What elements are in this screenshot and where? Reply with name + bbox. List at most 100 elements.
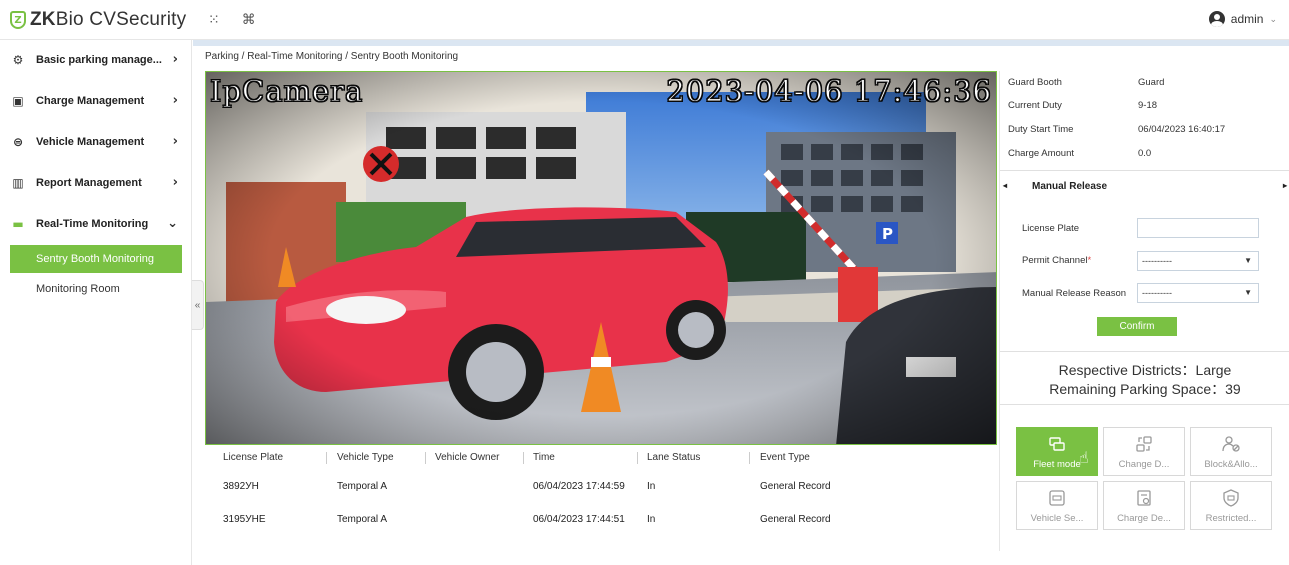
app-window: Z ZKBio CVSecurity ⁙ ⌘ admin ⌄ ⚙ Basic p… (0, 0, 1289, 565)
cell-event: General Record (760, 514, 831, 525)
divider (1000, 351, 1289, 352)
info-guard-booth: Guard Booth Guard (1008, 72, 1288, 94)
grid-icon[interactable]: ⁙ (208, 12, 220, 28)
block-allow-icon (1222, 436, 1240, 452)
column-header-event-type: Event Type (760, 452, 810, 463)
column-divider (425, 452, 426, 464)
tile-label: Block&Allo... (1204, 459, 1258, 470)
camera-timestamp-overlay: 2023-04-06 17:46:36 (666, 74, 992, 109)
sidebar-subitem-sentry-booth-monitoring[interactable]: Sentry Booth Monitoring (10, 245, 182, 273)
info-label: Charge Amount (1008, 148, 1075, 159)
camera-feed[interactable]: P IpCamera 2023-04-06 17:46:36 (205, 71, 997, 445)
info-label: Guard Booth (1008, 77, 1062, 88)
car-icon: ⊜ (12, 135, 24, 149)
sidebar-item-label: Report Management (36, 177, 142, 189)
sidebar-item-label: Vehicle Management (36, 136, 145, 148)
charge-detail-button[interactable]: Charge De... (1103, 481, 1185, 530)
respective-districts: Respective Districts：Large (1058, 362, 1232, 378)
cell-vehicle-type: Temporal A (337, 514, 388, 525)
sidebar-item-charge-management[interactable]: ▣ Charge Management › (0, 81, 192, 121)
breadcrumb: Parking / Real-Time Monitoring / Sentry … (205, 51, 459, 62)
required-marker: * (1087, 255, 1092, 266)
chevron-right-icon: › (172, 93, 178, 108)
tile-label: Vehicle Se... (1030, 513, 1084, 524)
divider (1000, 170, 1289, 171)
sidebar-item-basic-parking[interactable]: ⚙ Basic parking manage... › (0, 40, 192, 80)
vehicle-records-table: License Plate Vehicle Type Vehicle Owner… (205, 447, 997, 557)
tile-label: Restricted... (1205, 513, 1257, 524)
charge-detail-icon (1137, 490, 1151, 506)
license-plate-input[interactable] (1137, 218, 1259, 238)
info-current-duty: Current Duty 9-18 (1008, 95, 1288, 117)
sidebar-item-label: Charge Management (36, 95, 145, 107)
table-row[interactable]: 3195УНЕ Temporal A 06/04/2023 17:44:51 I… (205, 509, 997, 531)
manual-release-reason-select[interactable]: ---------- ▼ (1137, 283, 1259, 303)
info-label: Duty Start Time (1008, 124, 1074, 135)
select-value: ---------- (1142, 256, 1172, 266)
cell-time: 06/04/2023 17:44:59 (533, 481, 625, 492)
permit-channel-select[interactable]: ---------- ▼ (1137, 251, 1259, 271)
brand-logo[interactable]: Z ZKBio CVSecurity (10, 8, 186, 32)
right-panel: Guard Booth Guard Current Duty 9-18 Duty… (999, 71, 1289, 551)
cell-vehicle-type: Temporal A (337, 481, 388, 492)
chevron-right-icon[interactable]: ▸ (1283, 181, 1287, 190)
sidebar-item-label: Basic parking manage... (36, 54, 162, 66)
vehicle-search-button[interactable]: Vehicle Se... (1016, 481, 1098, 530)
restricted-button[interactable]: Restricted... (1190, 481, 1272, 530)
user-menu[interactable]: admin ⌄ (1208, 11, 1277, 27)
vehicle-search-icon (1049, 490, 1065, 506)
chevron-right-icon: › (172, 134, 178, 149)
cell-time: 06/04/2023 17:44:51 (533, 514, 625, 525)
table-row[interactable]: 3892УН Temporal A 06/04/2023 17:44:59 In… (205, 476, 997, 498)
monitor-icon: ▬ (12, 217, 24, 231)
restricted-icon (1223, 489, 1239, 507)
cell-plate: 3195УНЕ (223, 514, 266, 525)
column-divider (749, 452, 750, 464)
top-bar: Z ZKBio CVSecurity ⁙ ⌘ admin ⌄ (0, 0, 1289, 40)
pointer-cursor-icon: ☝ (1079, 448, 1089, 467)
table-header: License Plate Vehicle Type Vehicle Owner… (205, 447, 997, 469)
charge-icon: ▣ (12, 94, 24, 108)
info-charge-amount: Charge Amount 0.0 (1008, 143, 1288, 165)
column-header-lane-status: Lane Status (647, 452, 701, 463)
camera-name-overlay: IpCamera (209, 74, 364, 109)
remaining-parking-space: Remaining Parking Space：39 (1049, 381, 1241, 397)
brand-name: ZKBio CVSecurity (30, 9, 187, 30)
caret-down-icon: ▼ (1244, 256, 1252, 265)
column-header-license-plate: License Plate (223, 452, 284, 463)
user-avatar-icon (1208, 11, 1225, 27)
confirm-button[interactable]: Confirm (1097, 317, 1177, 336)
cell-plate: 3892УН (223, 481, 259, 492)
sidebar-collapse-button[interactable]: « (192, 280, 204, 330)
info-duty-start-time: Duty Start Time 06/04/2023 16:40:17 (1008, 119, 1288, 141)
chevron-left-icon[interactable]: ◂ (1003, 181, 1007, 190)
tile-label: Change D... (1118, 459, 1170, 470)
column-divider (523, 452, 524, 464)
sidebar-item-vehicle-management[interactable]: ⊜ Vehicle Management › (0, 122, 192, 162)
sidebar-item-real-time-monitoring[interactable]: ▬ Real-Time Monitoring ⌄ (0, 204, 192, 244)
command-icon[interactable]: ⌘ (242, 12, 256, 28)
manual-release-header: ◂ Manual Release ▸ (1000, 175, 1289, 199)
sidebar-subitem-monitoring-room[interactable]: Monitoring Room (10, 275, 182, 303)
change-duty-button[interactable]: Change D... (1103, 427, 1185, 476)
chart-icon: ▥ (12, 176, 24, 190)
manual-release-title: Manual Release (1032, 181, 1108, 192)
info-value: 0.0 (1138, 148, 1152, 159)
info-label: Current Duty (1008, 100, 1062, 111)
chevron-down-icon: ⌄ (1269, 13, 1277, 24)
permit-channel-label-text: Permit Channel (1022, 255, 1088, 266)
column-header-time: Time (533, 452, 555, 463)
block-allow-button[interactable]: Block&Allo... (1190, 427, 1272, 476)
sidebar-item-report-management[interactable]: ▥ Report Management › (0, 163, 192, 203)
chevron-right-icon: › (172, 52, 178, 67)
fleet-icon (1049, 437, 1065, 451)
fleet-mode-button[interactable]: Fleet mode ☝ (1016, 427, 1098, 476)
column-divider (326, 452, 327, 464)
gear-icon: ⚙ (12, 53, 24, 67)
tile-label: Charge De... (1117, 513, 1171, 524)
cell-lane: In (647, 481, 656, 492)
column-header-vehicle-type: Vehicle Type (337, 452, 394, 463)
caret-down-icon: ▼ (1244, 288, 1252, 297)
sidebar-item-label: Real-Time Monitoring (36, 218, 149, 230)
license-plate-label: License Plate (1022, 223, 1080, 234)
